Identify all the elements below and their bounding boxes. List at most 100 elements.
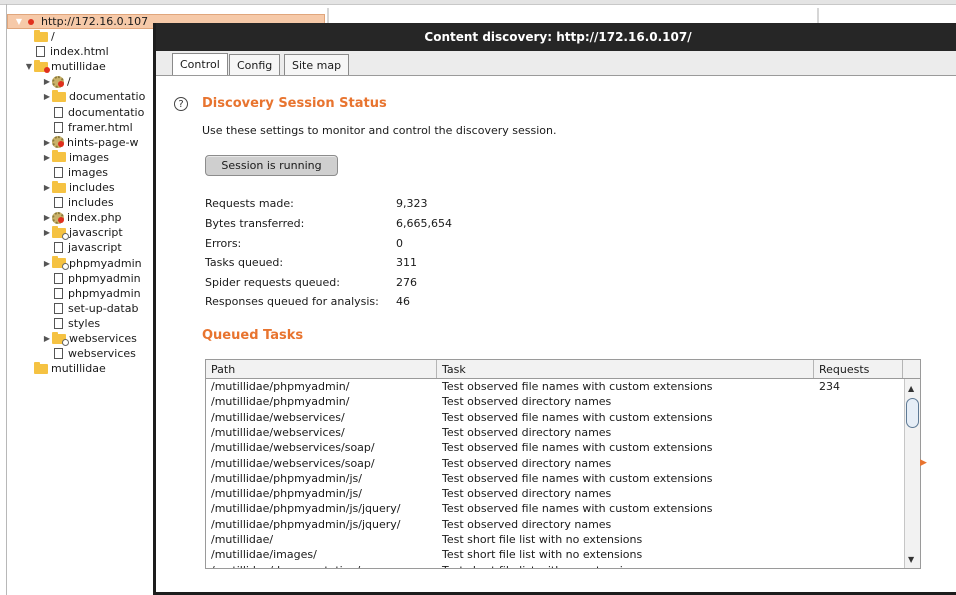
table-row[interactable]: /mutillidae/phpmyadmin/Test observed fil… [206, 379, 903, 394]
table-row[interactable]: /mutillidae/webservices/Test observed fi… [206, 410, 903, 425]
chevron-right-icon[interactable]: ▶ [42, 213, 52, 222]
folder-icon [52, 256, 69, 270]
table-row[interactable]: /mutillidae/documentation/Test short fil… [206, 563, 903, 568]
header-label: Path [211, 362, 236, 376]
tree-item[interactable]: set-up-datab [42, 301, 138, 316]
tab-config[interactable]: Config [229, 54, 281, 75]
table-row[interactable]: /mutillidae/phpmyadmin/js/Test observed … [206, 471, 903, 486]
chevron-right-icon[interactable]: ▶ [42, 153, 52, 162]
table-row[interactable]: /mutillidae/Test short file list with no… [206, 532, 903, 547]
tree-item[interactable]: ▶ webservices [42, 331, 137, 346]
column-header-requests[interactable]: Requests [814, 360, 903, 378]
tree-item[interactable]: mutillidae [24, 361, 106, 376]
stat-value: 6,665,654 [396, 217, 452, 230]
chevron-right-icon[interactable]: ▶ [42, 138, 52, 147]
tree-item-label: mutillidae [51, 362, 106, 376]
queued-tasks-table: Path Task Requests /mutillidae/phpmyadmi… [205, 359, 921, 569]
table-row[interactable]: /mutillidae/webservices/Test observed di… [206, 425, 903, 440]
tree-item[interactable]: ▶ / [42, 74, 71, 89]
tab-strip: Control Config Site map [156, 51, 956, 76]
file-icon [54, 348, 63, 360]
help-icon[interactable]: ? [174, 97, 188, 111]
cell-task: Test observed directory names [442, 487, 612, 501]
column-separator[interactable] [327, 8, 329, 24]
cell-path: /mutillidae/webservices/ [211, 425, 345, 439]
folder-icon [52, 180, 66, 193]
folder-icon [52, 150, 66, 163]
table-row[interactable]: /mutillidae/images/Test short file list … [206, 547, 903, 562]
tree-item[interactable]: documentatio [42, 105, 144, 120]
tree-item[interactable]: includes [42, 195, 114, 210]
chevron-down-icon[interactable]: ▼ [24, 62, 34, 71]
file-icon [54, 287, 63, 299]
tree-item[interactable]: phpmyadmin [42, 271, 141, 286]
tab-label: Site map [292, 58, 342, 72]
tree-item[interactable]: phpmyadmin [42, 286, 141, 301]
table-row[interactable]: /mutillidae/phpmyadmin/js/jquery/Test ob… [206, 501, 903, 516]
tree-item[interactable]: ▶ javascript [42, 225, 123, 240]
column-separator[interactable] [817, 8, 819, 24]
tree-item[interactable]: images [42, 165, 108, 180]
session-running-button[interactable]: Session is running [205, 155, 338, 176]
expand-arrow-icon[interactable]: ▶ [920, 458, 927, 468]
table-row[interactable]: /mutillidae/phpmyadmin/js/Test observed … [206, 486, 903, 501]
tree-item[interactable]: ▶ images [42, 150, 109, 165]
tree-item-label: images [68, 165, 108, 179]
table-row[interactable]: /mutillidae/phpmyadmin/js/jquery/Test ob… [206, 517, 903, 532]
table-row[interactable]: /mutillidae/phpmyadmin/Test observed dir… [206, 394, 903, 409]
tree-item[interactable]: framer.html [42, 120, 133, 135]
chevron-right-icon[interactable]: ▶ [42, 259, 52, 268]
chevron-right-icon[interactable]: ▶ [42, 334, 52, 343]
chevron-right-icon[interactable]: ▶ [42, 92, 52, 101]
dialog-titlebar[interactable]: Content discovery: http://172.16.0.107/ [156, 23, 956, 51]
chevron-right-icon[interactable]: ▶ [42, 228, 52, 237]
tree-item[interactable]: webservices [42, 346, 136, 361]
chevron-right-icon[interactable]: ▶ [42, 183, 52, 192]
scrollbar-thumb[interactable] [906, 398, 919, 428]
stat-label: Bytes transferred: [205, 217, 305, 230]
tree-item[interactable]: ▶ documentatio [42, 89, 145, 104]
tree-item[interactable]: index.html [24, 44, 109, 59]
tab-site-map[interactable]: Site map [284, 54, 350, 75]
tree-item-label: javascript [68, 241, 122, 255]
stat-value: 0 [396, 237, 403, 250]
tab-label: Control [180, 58, 220, 71]
tree-item[interactable]: javascript [42, 240, 122, 255]
file-icon [54, 242, 63, 254]
tree-item[interactable]: ▶ includes [42, 180, 115, 195]
scroll-down-icon[interactable]: ▼ [908, 555, 914, 564]
tree-item-label: index.html [50, 45, 109, 59]
tree-item-label: phpmyadmin [69, 256, 142, 270]
cell-task: Test observed file names with custom ext… [442, 380, 713, 393]
cell-path: /mutillidae/webservices/soap/ [211, 441, 375, 455]
cell-task: Test short file list with no extensions [442, 533, 643, 546]
table-row[interactable]: /mutillidae/webservices/soap/Test observ… [206, 456, 903, 471]
gear-icon [52, 136, 64, 149]
tree-item[interactable]: ▶ hints-page-w [42, 135, 139, 150]
tab-control[interactable]: Control [172, 53, 228, 75]
cell-path: /mutillidae/phpmyadmin/js/ [211, 471, 362, 485]
column-header-task[interactable]: Task [437, 360, 814, 378]
tree-item[interactable]: ▼ mutillidae [24, 59, 106, 74]
cell-path: /mutillidae/webservices/soap/ [211, 456, 375, 470]
scroll-up-icon[interactable]: ▲ [908, 384, 914, 393]
tab-label: Config [237, 58, 273, 72]
tree-item[interactable]: ▶ phpmyadmin [42, 256, 142, 271]
cell-path: /mutillidae/phpmyadmin/js/jquery/ [211, 517, 401, 531]
column-header-path[interactable]: Path [206, 360, 437, 378]
tree-item-label: documentatio [69, 90, 146, 104]
session-button-label: Session is running [221, 159, 322, 172]
tree-item[interactable]: styles [42, 316, 100, 331]
table-scrollbar[interactable]: ▲ ▼ [904, 379, 920, 568]
chevron-down-icon[interactable]: ▼ [14, 17, 24, 26]
chevron-right-icon[interactable]: ▶ [42, 77, 52, 86]
file-icon [54, 272, 63, 284]
cell-task: Test observed directory names [442, 517, 612, 531]
tree-item-label: phpmyadmin [68, 286, 141, 300]
tree-item-label: index.php [67, 211, 122, 225]
tree-item[interactable]: ▶ index.php [42, 210, 122, 225]
stat-label: Requests made: [205, 197, 294, 210]
tree-root-item[interactable]: ▼ http://172.16.0.107 [14, 14, 148, 29]
tree-item[interactable]: / [24, 29, 55, 44]
table-row[interactable]: /mutillidae/webservices/soap/Test observ… [206, 440, 903, 455]
